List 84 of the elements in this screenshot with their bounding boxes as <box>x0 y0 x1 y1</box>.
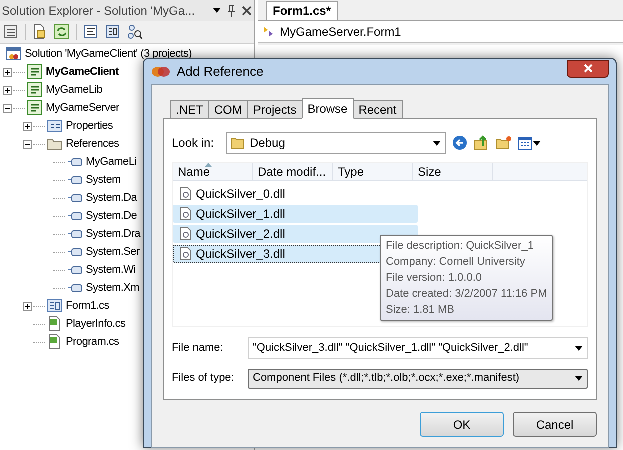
view-code-icon[interactable] <box>83 24 99 40</box>
tree-item[interactable]: Form1.cs <box>66 299 110 313</box>
tree-item[interactable]: PlayerInfo.cs <box>66 317 126 331</box>
tooltip-line: Date created: 3/2/2007 11:16 PM <box>386 287 548 302</box>
look-in-dropdown[interactable]: Debug <box>226 132 446 154</box>
ok-button[interactable]: OK <box>420 412 504 437</box>
cancel-button[interactable]: Cancel <box>513 412 597 437</box>
form-icon <box>47 298 63 314</box>
code-file-icon <box>47 316 63 332</box>
tree-item[interactable]: System.Ser <box>86 245 140 259</box>
expand-toggle[interactable] <box>23 122 32 130</box>
collapse-toggle[interactable] <box>23 140 32 148</box>
tree-item[interactable]: System.Wi <box>86 263 136 277</box>
project-icon <box>27 100 43 116</box>
dropdown-arrow-icon <box>433 140 441 146</box>
tooltip-line: File version: 1.0.0.0 <box>386 271 483 286</box>
tree-item[interactable]: Properties <box>66 119 114 133</box>
class-selector[interactable]: MyGameServer.Form1 <box>280 22 402 40</box>
tree-item[interactable]: MyGameServer <box>46 101 120 115</box>
file-type-label: Files of type: <box>172 371 236 386</box>
tree-item[interactable]: Solution 'MyGameClient' (3 projects) <box>25 47 192 61</box>
look-in-value: Debug <box>250 135 286 152</box>
back-icon[interactable] <box>452 135 468 151</box>
caret-icon <box>533 140 541 146</box>
properties-icon[interactable] <box>3 24 19 40</box>
expand-toggle[interactable] <box>3 86 12 94</box>
class-diagram-icon[interactable] <box>127 24 143 40</box>
refresh-icon[interactable] <box>54 24 70 40</box>
dialog-title: Add Reference <box>177 62 264 81</box>
code-file-icon <box>47 334 63 350</box>
dll-file-icon <box>179 207 193 221</box>
look-in-label: Look in: <box>172 135 216 152</box>
dialog-tab[interactable]: .NET <box>170 100 210 119</box>
file-item[interactable]: QuickSilver_1.dll <box>173 205 418 223</box>
close-icon <box>584 64 592 73</box>
tree-item[interactable]: System.Xm <box>86 281 140 295</box>
column-header[interactable]: Date modif... <box>253 163 333 180</box>
tree-item[interactable]: System.Da <box>86 191 138 205</box>
dropdown-arrow-icon <box>575 346 583 350</box>
project-icon <box>27 64 43 80</box>
file-name-label: File name: <box>172 340 224 356</box>
tree-item[interactable]: MyGameClient <box>46 65 119 79</box>
tree-item[interactable]: MyGameLib <box>46 83 103 97</box>
tree-item[interactable]: System.Dra <box>86 227 140 241</box>
editor-tab[interactable]: Form1.cs* <box>266 1 338 20</box>
panel-title: Solution Explorer - Solution 'MyGa... <box>2 2 196 20</box>
column-header[interactable]: Type <box>333 163 413 180</box>
tree-item[interactable]: System.De <box>86 209 138 223</box>
view-menu-button[interactable] <box>518 136 541 150</box>
dropdown-arrow-icon <box>575 376 583 381</box>
tree-item[interactable]: References <box>66 137 120 151</box>
folder-icon <box>231 136 245 150</box>
column-header[interactable]: Size <box>413 163 493 180</box>
dll-file-icon <box>179 187 193 201</box>
dialog-tab[interactable]: Browse <box>302 98 354 119</box>
file-type-dropdown[interactable]: Component Files (*.dll;*.tlb;*.olb;*.ocx;*.exe;*.manifest) <box>248 368 588 388</box>
dll-file-icon <box>179 227 193 241</box>
tree-item[interactable]: Program.cs <box>66 335 120 349</box>
project-icon <box>27 82 43 98</box>
column-header[interactable]: Name <box>173 163 253 180</box>
sort-arrow-icon <box>205 163 212 167</box>
solution-icon <box>6 46 22 62</box>
file-item[interactable]: QuickSilver_0.dll <box>173 185 418 203</box>
dll-file-icon <box>179 247 193 261</box>
properties-icon <box>47 118 63 134</box>
window-menu-arrow-icon <box>213 8 221 13</box>
dialog-tab[interactable]: Recent <box>352 100 403 119</box>
tree-item[interactable]: MyGameLi <box>86 155 137 169</box>
tree-item[interactable]: System <box>86 173 121 187</box>
dialog-tab[interactable]: Projects <box>247 100 303 119</box>
up-folder-icon[interactable] <box>474 135 490 151</box>
view-designer-icon[interactable] <box>105 24 121 40</box>
show-files-icon[interactable] <box>32 24 48 40</box>
expand-toggle[interactable] <box>23 302 32 310</box>
file-name-field[interactable]: "QuickSilver_3.dll" "QuickSilver_1.dll" "QuickSilver_2.dll" <box>248 337 588 359</box>
expand-toggle[interactable] <box>3 68 12 76</box>
collapse-toggle[interactable] <box>3 104 12 112</box>
tooltip-line: Size: 1.81 MB <box>386 303 456 318</box>
dialog-tab[interactable]: COM <box>208 100 248 119</box>
app-logo-icon <box>151 66 171 78</box>
close-icon[interactable] <box>242 6 252 16</box>
new-folder-icon[interactable] <box>496 135 512 151</box>
pin-icon[interactable] <box>227 4 236 16</box>
close-button[interactable] <box>567 60 609 78</box>
